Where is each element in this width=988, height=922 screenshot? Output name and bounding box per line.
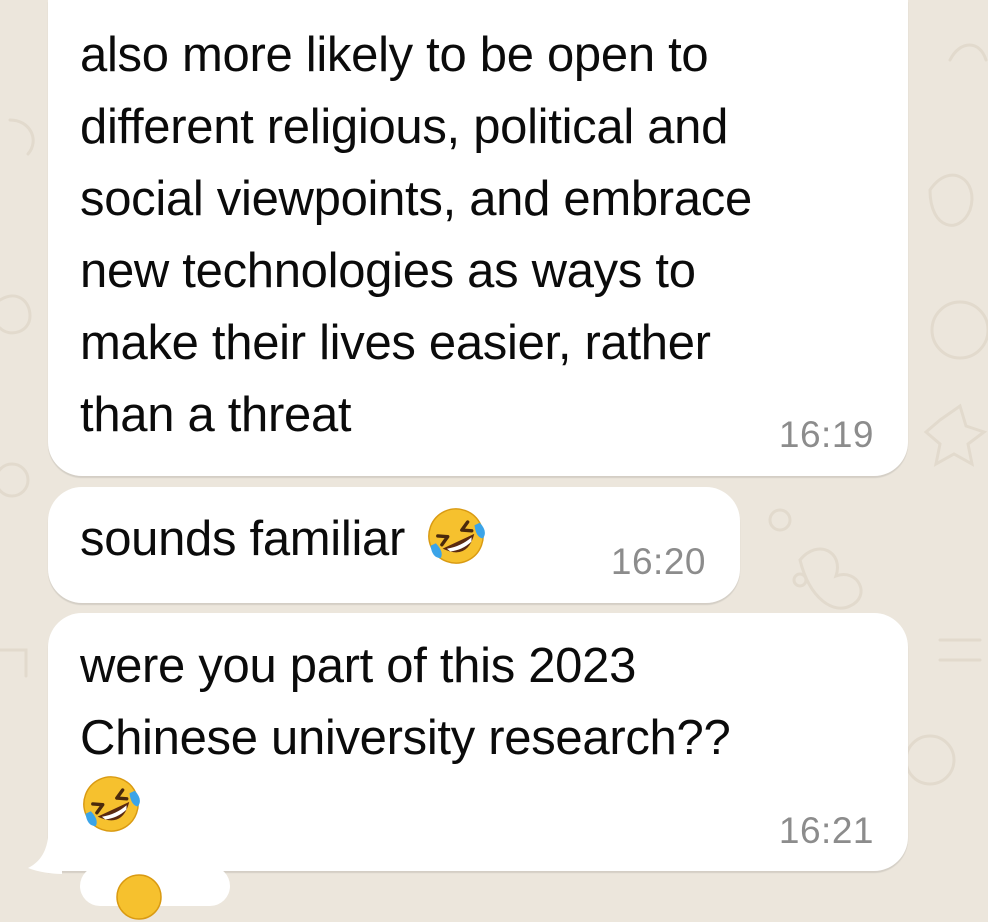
- message-text: sounds familiar: [80, 503, 487, 575]
- message-timestamp: 16:21: [778, 810, 874, 851]
- message-timestamp: 16:19: [778, 414, 874, 455]
- message-bubble[interactable]: were you part of this 2023 Chinese unive…: [48, 613, 908, 871]
- message-line: sounds familiar: [80, 512, 406, 566]
- message-timestamp: 16:20: [610, 541, 706, 582]
- message-line: Chinese university research??: [80, 711, 731, 765]
- rolling-on-the-floor-laughing-emoji-icon: [83, 776, 140, 832]
- message-line: than a threat: [80, 388, 352, 442]
- message-line: different religious, political and: [80, 100, 729, 154]
- message-bubble[interactable]: also more likely to be open to different…: [48, 0, 908, 476]
- rolling-on-the-floor-laughing-emoji-icon: [428, 508, 485, 564]
- message-line: were you part of this 2023: [80, 639, 637, 693]
- message-text: also more likely to be open to different…: [80, 19, 890, 451]
- message-bubble[interactable]: sounds familiar 16:20: [48, 487, 740, 603]
- message-line: make their lives easier, rather: [80, 316, 711, 370]
- message-line: new technologies as ways to: [80, 244, 696, 298]
- message-line: also more likely to be open to: [80, 28, 709, 82]
- message-text: were you part of this 2023 Chinese unive…: [80, 630, 890, 774]
- bubble-tail: [28, 838, 62, 874]
- emoji-row: [80, 773, 142, 835]
- message-line: social viewpoints, and embrace: [80, 172, 752, 226]
